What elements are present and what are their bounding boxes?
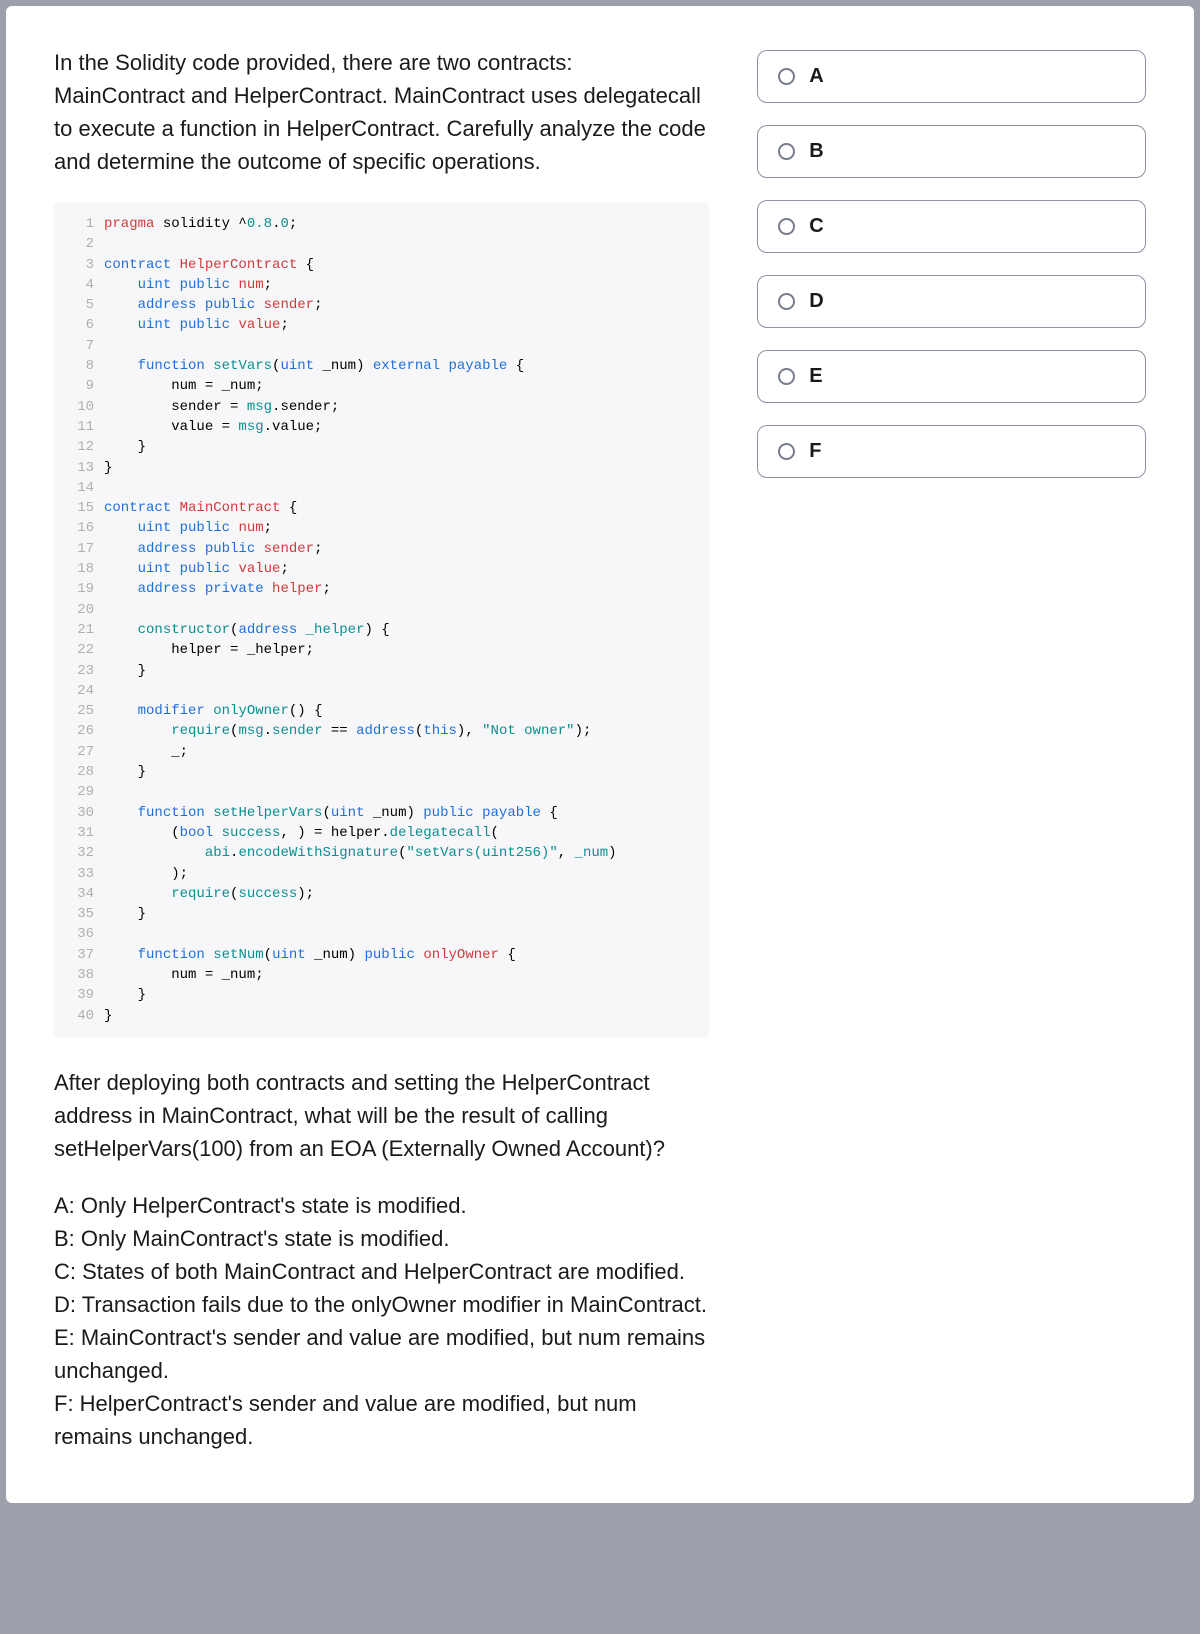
answer-text: C: States of both MainContract and Helpe…: [54, 1255, 709, 1288]
code-line: 7: [68, 336, 693, 356]
option-label: D: [809, 290, 823, 313]
code-line: 27 _;: [68, 742, 693, 762]
code-line: 9 num = _num;: [68, 376, 693, 396]
code-line: 14: [68, 478, 693, 498]
radio-icon: [778, 293, 795, 310]
code-line: 12 }: [68, 437, 693, 457]
code-line: 39 }: [68, 985, 693, 1005]
code-line: 1pragma solidity ^0.8.0;: [68, 214, 693, 234]
code-line: 17 address public sender;: [68, 539, 693, 559]
answer-text: B: Only MainContract's state is modified…: [54, 1222, 709, 1255]
option-f[interactable]: F: [757, 425, 1146, 478]
answer-text: E: MainContract's sender and value are m…: [54, 1321, 709, 1387]
code-line: 16 uint public num;: [68, 518, 693, 538]
option-a[interactable]: A: [757, 50, 1146, 103]
radio-icon: [778, 143, 795, 160]
code-line: 33 );: [68, 864, 693, 884]
option-label: E: [809, 365, 822, 388]
code-line: 2: [68, 234, 693, 254]
answer-list: A: Only HelperContract's state is modifi…: [54, 1189, 709, 1453]
question-text: After deploying both contracts and setti…: [54, 1066, 709, 1165]
code-line: 31 (bool success, ) = helper.delegatecal…: [68, 823, 693, 843]
code-line: 22 helper = _helper;: [68, 640, 693, 660]
code-line: 38 num = _num;: [68, 965, 693, 985]
code-line: 36: [68, 924, 693, 944]
code-line: 30 function setHelperVars(uint _num) pub…: [68, 803, 693, 823]
code-line: 23 }: [68, 661, 693, 681]
code-line: 3contract HelperContract {: [68, 255, 693, 275]
option-label: C: [809, 215, 823, 238]
option-label: B: [809, 140, 823, 163]
code-line: 4 uint public num;: [68, 275, 693, 295]
code-block: 1pragma solidity ^0.8.0;23contract Helpe…: [54, 202, 709, 1038]
code-line: 18 uint public value;: [68, 559, 693, 579]
option-c[interactable]: C: [757, 200, 1146, 253]
code-line: 35 }: [68, 904, 693, 924]
code-line: 26 require(msg.sender == address(this), …: [68, 721, 693, 741]
left-column: In the Solidity code provided, there are…: [54, 46, 709, 1453]
code-line: 40}: [68, 1006, 693, 1026]
code-line: 11 value = msg.value;: [68, 417, 693, 437]
answer-text: A: Only HelperContract's state is modifi…: [54, 1189, 709, 1222]
code-line: 25 modifier onlyOwner() {: [68, 701, 693, 721]
radio-icon: [778, 368, 795, 385]
option-e[interactable]: E: [757, 350, 1146, 403]
page-container: In the Solidity code provided, there are…: [6, 6, 1194, 1503]
answer-text: D: Transaction fails due to the onlyOwne…: [54, 1288, 709, 1321]
code-line: 10 sender = msg.sender;: [68, 397, 693, 417]
radio-icon: [778, 443, 795, 460]
code-line: 29: [68, 782, 693, 802]
code-line: 20: [68, 600, 693, 620]
code-line: 32 abi.encodeWithSignature("setVars(uint…: [68, 843, 693, 863]
code-line: 6 uint public value;: [68, 315, 693, 335]
code-line: 21 constructor(address _helper) {: [68, 620, 693, 640]
code-line: 37 function setNum(uint _num) public onl…: [68, 945, 693, 965]
code-line: 28 }: [68, 762, 693, 782]
code-line: 5 address public sender;: [68, 295, 693, 315]
answer-text: F: HelperContract's sender and value are…: [54, 1387, 709, 1453]
code-line: 15contract MainContract {: [68, 498, 693, 518]
options-column: A B C D E F: [757, 46, 1146, 1453]
code-line: 19 address private helper;: [68, 579, 693, 599]
option-label: A: [809, 65, 823, 88]
intro-text: In the Solidity code provided, there are…: [54, 46, 709, 178]
code-line: 13}: [68, 458, 693, 478]
code-line: 34 require(success);: [68, 884, 693, 904]
radio-icon: [778, 218, 795, 235]
code-line: 24: [68, 681, 693, 701]
option-label: F: [809, 440, 821, 463]
option-b[interactable]: B: [757, 125, 1146, 178]
option-d[interactable]: D: [757, 275, 1146, 328]
code-line: 8 function setVars(uint _num) external p…: [68, 356, 693, 376]
radio-icon: [778, 68, 795, 85]
